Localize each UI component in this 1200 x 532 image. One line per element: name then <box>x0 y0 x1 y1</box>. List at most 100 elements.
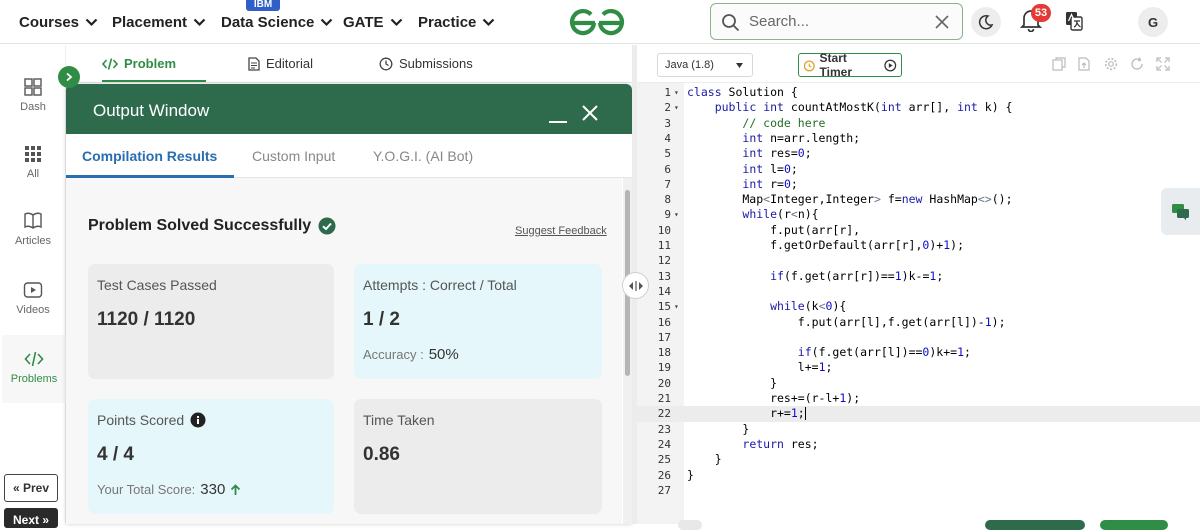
code-line[interactable]: 14 <box>637 284 1200 299</box>
sidebar-item-problems[interactable]: Problems <box>0 335 66 403</box>
code-line[interactable]: 18 if(f.get(arr[l])==0)k+=1; <box>637 345 1200 360</box>
collapse-panel-button[interactable] <box>58 66 80 88</box>
line-number: 12 <box>657 254 671 268</box>
card-value: 4 / 4 <box>97 444 134 465</box>
code-text: } <box>687 452 722 467</box>
submit-button[interactable] <box>1100 520 1168 530</box>
avatar[interactable]: G <box>1138 7 1168 37</box>
nav-courses[interactable]: Courses <box>19 12 98 32</box>
line-number: 8 <box>664 193 671 207</box>
code-line[interactable]: 6 int l=0; <box>637 162 1200 177</box>
nav-practice-label: Practice <box>418 13 477 31</box>
next-button[interactable]: Next » <box>4 508 58 528</box>
code-line[interactable]: 19 l+=1; <box>637 360 1200 375</box>
tab-editorial[interactable]: Editorial <box>248 56 313 71</box>
alarm-icon <box>803 60 815 71</box>
code-line[interactable]: 21 res+=(r-l+1); <box>637 391 1200 406</box>
sidebar-item-dash[interactable]: Dash <box>0 77 66 113</box>
chevron-down-icon <box>390 18 402 26</box>
code-line[interactable]: 10 f.put(arr[r], <box>637 223 1200 238</box>
code-line[interactable]: 2 ▾ public int countAtMostK(int arr[], in… <box>637 100 1200 115</box>
line-number: 11 <box>657 239 671 252</box>
code-line[interactable]: 26} <box>637 468 1200 483</box>
close-icon[interactable] <box>581 104 599 122</box>
line-number: 5 <box>664 147 671 161</box>
copy-icon[interactable] <box>1052 57 1066 71</box>
bottom-action-button[interactable] <box>678 520 702 530</box>
tab-ai-bot[interactable]: Y.O.G.I. (AI Bot) <box>373 148 473 164</box>
code-text: public int countAtMostK(int arr[], int k… <box>714 100 1013 115</box>
line-number: 10 <box>657 223 671 237</box>
resize-handle[interactable] <box>622 272 649 299</box>
code-line[interactable]: 16 f.put(arr[l],f.get(arr[l])-1); <box>637 315 1200 330</box>
avatar-letter: G <box>1147 14 1159 30</box>
line-number: 3 <box>664 116 671 130</box>
tab-problem[interactable]: Problem <box>102 56 176 71</box>
prev-button[interactable]: « Prev <box>4 474 58 502</box>
code-line[interactable]: 20 } <box>637 376 1200 391</box>
code-line[interactable]: 11 f.getOrDefault(arr[r],0)+1); <box>637 238 1200 253</box>
card-label: Time Taken <box>363 412 435 428</box>
code-line[interactable]: 7 int r=0; <box>637 177 1200 192</box>
dark-mode-toggle[interactable] <box>971 7 1001 37</box>
arrow-up-icon <box>231 483 241 495</box>
caret-down-icon <box>736 63 743 68</box>
sidebar-item-label: Problems <box>10 373 58 385</box>
code-line[interactable]: 1 ▾ class Solution { <box>637 85 1200 100</box>
search-input[interactable]: Search... <box>749 13 809 30</box>
tab-submissions[interactable]: Submissions <box>379 56 473 71</box>
translate-icon[interactable] <box>1065 11 1083 31</box>
nav-data-science[interactable]: Data Science <box>221 12 333 32</box>
gear-icon[interactable] <box>1104 57 1118 71</box>
nav-practice[interactable]: Practice <box>418 12 495 32</box>
chevron-down-icon <box>193 18 206 26</box>
fold-icon[interactable]: ▾ <box>674 85 679 100</box>
code-line[interactable]: 12 <box>637 253 1200 268</box>
code-line[interactable]: 25 } <box>637 452 1200 467</box>
code-line[interactable]: 9 ▾ while(r<n){ <box>637 207 1200 222</box>
code-line[interactable]: 22 r+=1; <box>637 406 1200 422</box>
upload-file-icon[interactable] <box>1077 57 1091 71</box>
fold-icon[interactable]: ▾ <box>674 100 679 115</box>
reset-icon[interactable] <box>1130 57 1144 71</box>
output-tabs: Compilation Results Custom Input Y.O.G.I… <box>66 134 632 178</box>
code-line[interactable]: 15 ▾ while(k<0){ <box>637 299 1200 314</box>
gfg-logo[interactable] <box>566 8 628 36</box>
line-number: 20 <box>657 376 671 390</box>
language-select[interactable]: Java (1.8) <box>657 53 753 77</box>
info-icon[interactable] <box>190 412 206 428</box>
code-line[interactable]: 27 <box>637 483 1200 498</box>
code-text: Map<Integer,Integer> f=new HashMap<>(); <box>687 192 1013 207</box>
code-line[interactable]: 5 int res=0; <box>637 146 1200 161</box>
sidebar-item-videos[interactable]: Videos <box>0 280 66 316</box>
nav-placement[interactable]: Placement <box>112 12 206 32</box>
chat-button[interactable] <box>1161 188 1200 235</box>
code-line[interactable]: 24 return res; <box>637 437 1200 452</box>
fold-icon[interactable]: ▾ <box>674 299 679 314</box>
minimize-icon[interactable] <box>549 121 567 123</box>
fold-icon[interactable]: ▾ <box>674 207 679 222</box>
code-line[interactable]: 4 int n=arr.length; <box>637 131 1200 146</box>
suggest-feedback-link[interactable]: Suggest Feedback <box>515 225 607 237</box>
compile-run-button[interactable] <box>985 520 1085 530</box>
code-line[interactable]: 13 if(f.get(arr[r])==1)k-=1; <box>637 269 1200 284</box>
code-text: while(r<n){ <box>742 207 819 222</box>
close-icon[interactable] <box>933 13 951 31</box>
search-box[interactable]: Search... <box>710 3 963 40</box>
check-circle-icon <box>318 217 336 235</box>
code-line[interactable]: 23 } <box>637 422 1200 437</box>
code-line[interactable]: 17 <box>637 330 1200 345</box>
tab-compilation-results[interactable]: Compilation Results <box>82 148 217 164</box>
code-text: if(f.get(arr[r])==1)k-=1; <box>770 268 944 283</box>
start-timer-button[interactable]: Start Timer <box>798 51 902 79</box>
code-editor[interactable]: 1 ▾ class Solution {2 ▾ public int countAtM… <box>637 83 1200 524</box>
code-line[interactable]: 3 // code here <box>637 116 1200 131</box>
sidebar-item-articles[interactable]: Articles <box>0 211 66 247</box>
sidebar-item-label: All <box>26 168 40 180</box>
nav-gate[interactable]: GATE <box>343 12 403 32</box>
fullscreen-icon[interactable] <box>1156 57 1170 71</box>
tab-custom-input[interactable]: Custom Input <box>252 148 335 164</box>
sidebar-item-label: Videos <box>16 304 50 316</box>
code-line[interactable]: 8 Map<Integer,Integer> f=new HashMap<>()… <box>637 192 1200 207</box>
sidebar-item-all[interactable]: All <box>0 144 66 180</box>
